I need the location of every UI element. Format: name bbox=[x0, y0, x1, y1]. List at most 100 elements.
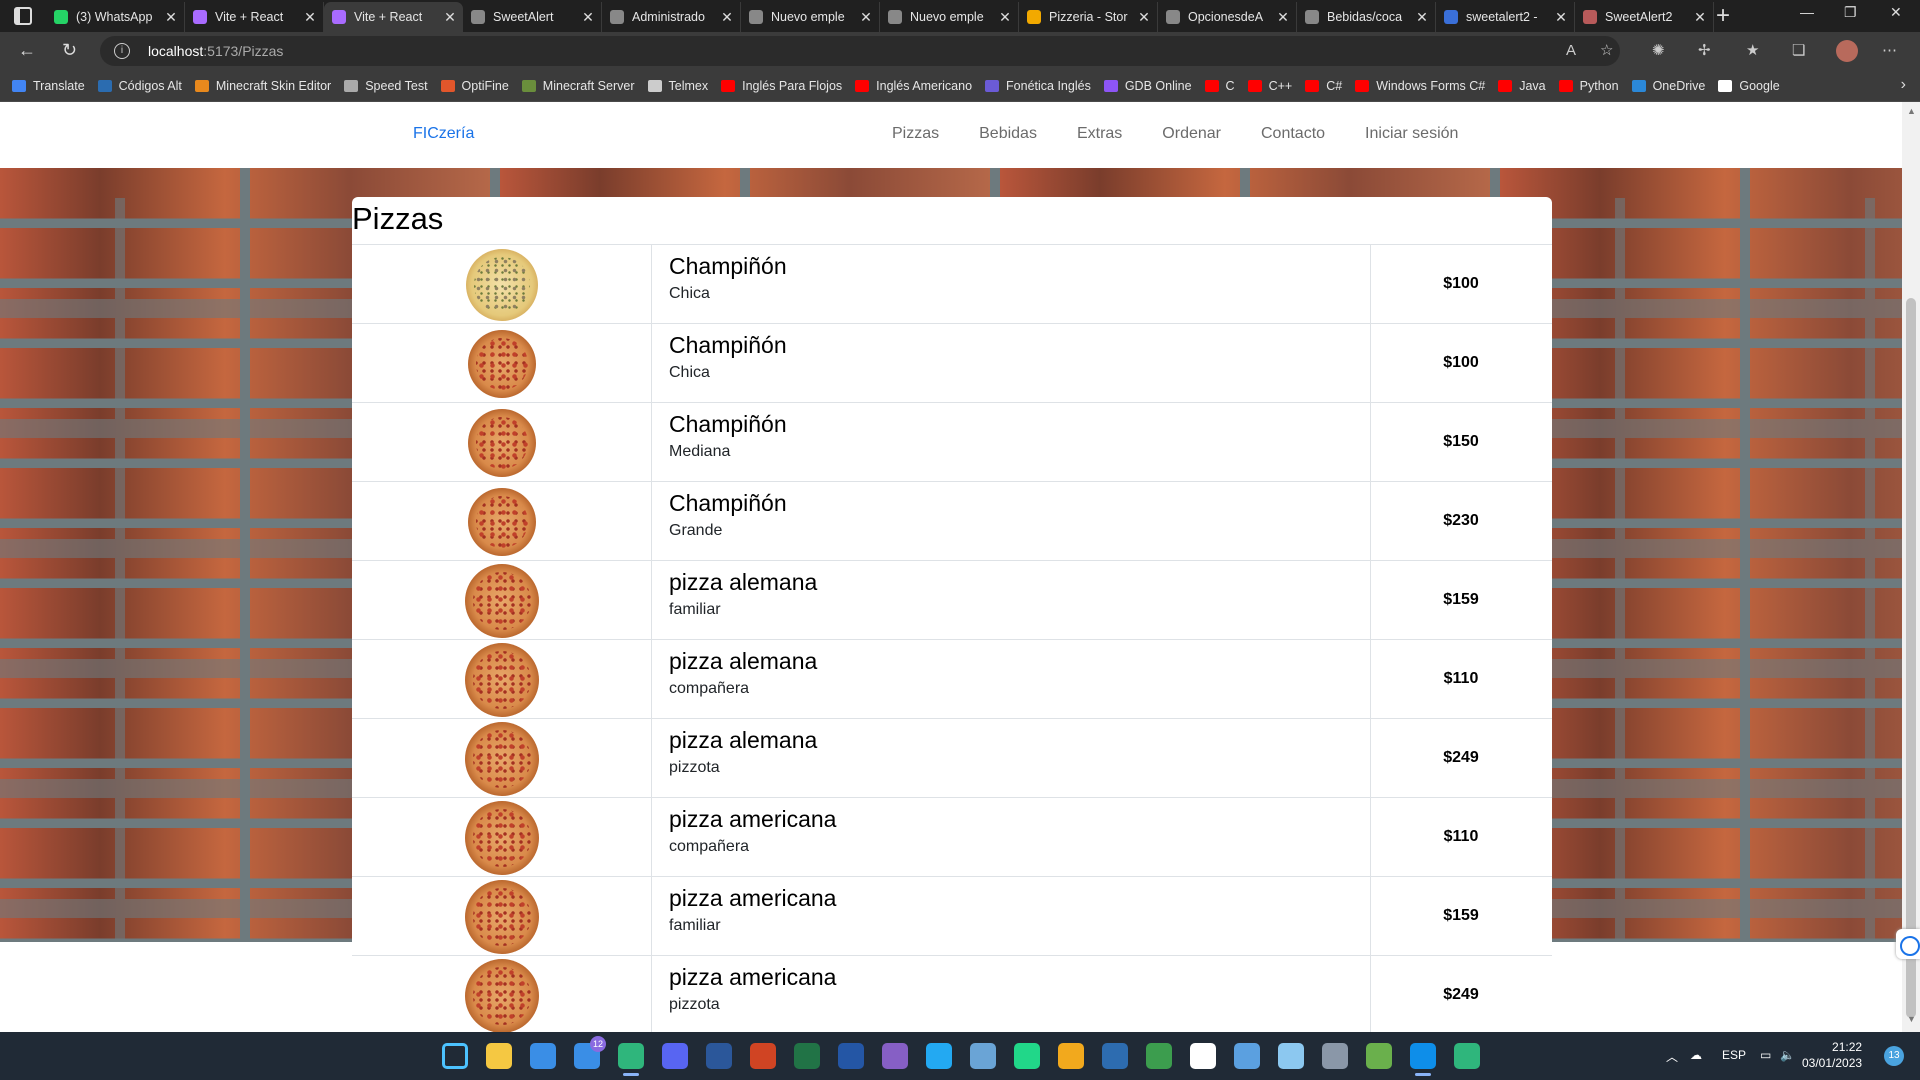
browser-tab[interactable]: Pizzeria - Stor ✕ bbox=[1019, 2, 1158, 32]
product-row[interactable]: Champiñón Chica $100 bbox=[352, 244, 1552, 324]
microsoft-store-icon[interactable] bbox=[530, 1043, 556, 1069]
bookmark-item[interactable]: C++ bbox=[1247, 79, 1292, 93]
product-row[interactable]: pizza americana compañera $110 bbox=[352, 797, 1552, 877]
browser-tab[interactable]: Vite + React ✕ bbox=[324, 2, 463, 32]
extensions-puzzle-icon[interactable]: ✢ bbox=[1698, 41, 1711, 59]
notification-badge[interactable]: 13 bbox=[1884, 1046, 1904, 1066]
product-row[interactable]: pizza americana pizzota $249 bbox=[352, 955, 1552, 1032]
browser-tab[interactable]: Vite + React ✕ bbox=[185, 2, 324, 32]
file-explorer-icon[interactable] bbox=[486, 1043, 512, 1069]
bookmark-item[interactable]: C bbox=[1204, 79, 1235, 93]
browser-tab[interactable]: Administrado ✕ bbox=[602, 2, 741, 32]
close-tab-icon[interactable]: ✕ bbox=[1135, 9, 1153, 26]
browser-tab[interactable]: Nuevo emple ✕ bbox=[880, 2, 1019, 32]
back-icon[interactable]: ← bbox=[18, 40, 36, 61]
minecraft-icon[interactable] bbox=[1366, 1043, 1392, 1069]
bookmark-item[interactable]: Windows Forms C# bbox=[1355, 79, 1485, 93]
bookmark-item[interactable]: Inglés Americano bbox=[855, 79, 972, 93]
bookmark-item[interactable]: Fonética Inglés bbox=[985, 79, 1091, 93]
scrollbar-thumb[interactable] bbox=[1906, 298, 1916, 1018]
windows-start-icon[interactable] bbox=[442, 1043, 468, 1069]
calculator-icon[interactable] bbox=[1322, 1043, 1348, 1069]
favorite-star-icon[interactable]: ☆ bbox=[1600, 41, 1613, 59]
minimize-icon[interactable]: — bbox=[1800, 4, 1814, 20]
edge-icon[interactable] bbox=[618, 1043, 644, 1069]
close-window-icon[interactable]: ✕ bbox=[1890, 4, 1902, 21]
vscode-icon[interactable] bbox=[926, 1043, 952, 1069]
brand-link[interactable]: FICzería bbox=[413, 125, 474, 143]
close-tab-icon[interactable]: ✕ bbox=[1552, 9, 1570, 26]
chevron-right-icon[interactable]: › bbox=[1901, 76, 1906, 94]
close-tab-icon[interactable]: ✕ bbox=[1691, 9, 1709, 26]
chrome-icon[interactable] bbox=[1146, 1043, 1172, 1069]
edge-dev-icon[interactable] bbox=[1454, 1043, 1480, 1069]
url-text[interactable]: localhost:5173/Pizzas bbox=[148, 43, 283, 59]
bookmark-item[interactable]: Minecraft Server bbox=[521, 79, 635, 93]
product-row[interactable]: Champiñón Chica $100 bbox=[352, 323, 1552, 403]
close-tab-icon[interactable]: ✕ bbox=[1413, 9, 1431, 26]
nav-link[interactable]: Contacto bbox=[1261, 125, 1325, 143]
maps-icon[interactable] bbox=[1234, 1043, 1260, 1069]
pycharm-icon[interactable] bbox=[1014, 1043, 1040, 1069]
bookmark-item[interactable]: Minecraft Skin Editor bbox=[194, 79, 331, 93]
browser-tab[interactable]: (3) WhatsApp ✕ bbox=[46, 2, 185, 32]
bookmark-item[interactable]: Códigos Alt bbox=[97, 79, 182, 93]
close-tab-icon[interactable]: ✕ bbox=[996, 9, 1014, 26]
powerpoint-icon[interactable] bbox=[750, 1043, 776, 1069]
zoom-icon[interactable] bbox=[1190, 1043, 1216, 1069]
product-row[interactable]: pizza americana familiar $159 bbox=[352, 876, 1552, 956]
volume-icon[interactable]: 🔈 bbox=[1780, 1048, 1795, 1062]
product-row[interactable]: Champiñón Grande $230 bbox=[352, 481, 1552, 561]
browser-tab[interactable]: SweetAlert ✕ bbox=[463, 2, 602, 32]
close-tab-icon[interactable]: ✕ bbox=[301, 9, 319, 26]
page-scrollbar[interactable]: ▲ ▼ bbox=[1902, 102, 1920, 1032]
devc-icon[interactable] bbox=[838, 1043, 864, 1069]
bookmark-item[interactable]: Java bbox=[1498, 79, 1546, 93]
bookmark-item[interactable]: Speed Test bbox=[344, 79, 428, 93]
product-row[interactable]: pizza alemana compañera $110 bbox=[352, 639, 1552, 719]
close-tab-icon[interactable]: ✕ bbox=[579, 9, 597, 26]
refresh-icon[interactable]: ↻ bbox=[62, 40, 77, 61]
browser-tab[interactable]: sweetalert2 - ✕ bbox=[1436, 2, 1575, 32]
discord-icon[interactable] bbox=[662, 1043, 688, 1069]
product-row[interactable]: Champiñón Mediana $150 bbox=[352, 402, 1552, 482]
bookmark-item[interactable]: C# bbox=[1305, 79, 1342, 93]
address-bar[interactable]: i localhost:5173/Pizzas A ☆ bbox=[100, 36, 1620, 66]
show-hidden-icons-icon[interactable]: ︿ bbox=[1666, 1048, 1678, 1065]
clock[interactable]: 21:22 03/01/2023 bbox=[1802, 1039, 1862, 1071]
excel-icon[interactable] bbox=[794, 1043, 820, 1069]
browser-tab[interactable]: SweetAlert2 ✕ bbox=[1575, 2, 1714, 32]
bookmark-item[interactable]: Translate bbox=[12, 79, 85, 93]
browser-tab[interactable]: Bebidas/coca ✕ bbox=[1297, 2, 1436, 32]
nav-link[interactable]: Bebidas bbox=[979, 125, 1037, 143]
notepad-icon[interactable] bbox=[1278, 1043, 1304, 1069]
word-icon[interactable] bbox=[706, 1043, 732, 1069]
extension-icon[interactable]: ✺ bbox=[1652, 41, 1665, 59]
language-indicator[interactable]: ESP bbox=[1722, 1048, 1746, 1062]
close-tab-icon[interactable]: ✕ bbox=[857, 9, 875, 26]
teamviewer-icon[interactable] bbox=[1410, 1043, 1436, 1069]
close-tab-icon[interactable]: ✕ bbox=[162, 9, 180, 26]
product-row[interactable]: pizza alemana familiar $159 bbox=[352, 560, 1552, 640]
nav-link[interactable]: Ordenar bbox=[1162, 125, 1221, 143]
scroll-up-icon[interactable]: ▲ bbox=[1907, 106, 1916, 116]
read-aloud-icon[interactable]: A bbox=[1566, 42, 1576, 59]
close-tab-icon[interactable]: ✕ bbox=[441, 9, 459, 26]
network-icon[interactable]: ▭ bbox=[1760, 1048, 1771, 1062]
bookmark-item[interactable]: Google bbox=[1718, 79, 1780, 93]
nav-link[interactable]: Pizzas bbox=[892, 125, 939, 143]
bookmark-item[interactable]: GDB Online bbox=[1103, 79, 1192, 93]
bookmark-item[interactable]: OptiFine bbox=[440, 79, 509, 93]
site-info-icon[interactable]: i bbox=[114, 43, 130, 59]
visual-studio-icon[interactable] bbox=[882, 1043, 908, 1069]
browser-tab[interactable]: OpcionesdeA ✕ bbox=[1158, 2, 1297, 32]
bookmark-item[interactable]: Inglés Para Flojos bbox=[721, 79, 842, 93]
nav-link[interactable]: Extras bbox=[1077, 125, 1122, 143]
collections-icon[interactable]: ❏ bbox=[1792, 41, 1805, 59]
virtualbox-icon[interactable] bbox=[970, 1043, 996, 1069]
bookmark-item[interactable]: OneDrive bbox=[1631, 79, 1705, 93]
profile-avatar[interactable] bbox=[1836, 40, 1858, 62]
restore-icon[interactable]: ❐ bbox=[1844, 4, 1857, 21]
product-row[interactable]: pizza alemana pizzota $249 bbox=[352, 718, 1552, 798]
bookmark-item[interactable]: Telmex bbox=[647, 79, 708, 93]
